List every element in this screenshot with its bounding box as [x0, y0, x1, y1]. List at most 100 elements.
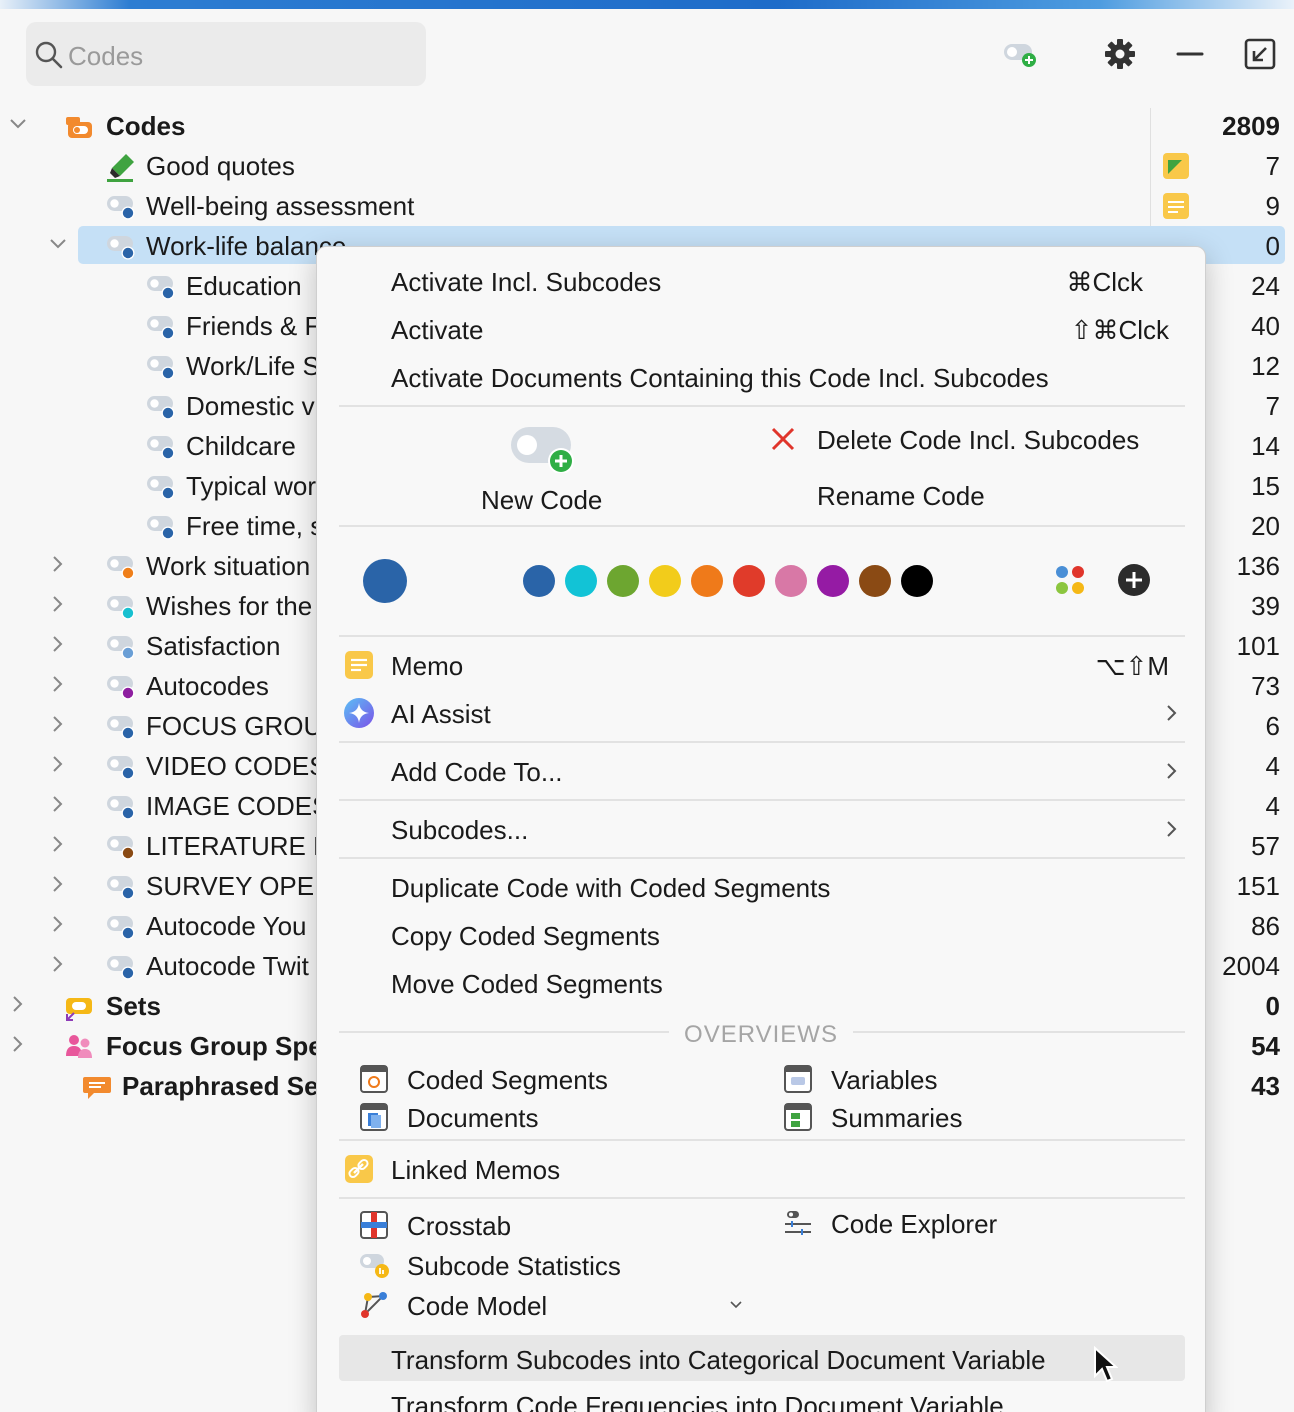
- menu-item-rename-code[interactable]: Rename Code: [747, 473, 1187, 517]
- chevron-right-icon[interactable]: [48, 594, 68, 614]
- current-color-swatch: [363, 559, 407, 603]
- tree-label: Friends & F: [186, 311, 321, 341]
- tree-label: Domestic v: [186, 391, 315, 421]
- color-swatch[interactable]: [859, 565, 891, 597]
- color-swatch[interactable]: [901, 565, 933, 597]
- tree-count: 7: [1265, 151, 1280, 181]
- memo-icon: [345, 651, 373, 679]
- color-swatch[interactable]: [565, 565, 597, 597]
- window-top-accent: [0, 0, 1294, 9]
- variables-icon: [784, 1065, 812, 1093]
- color-swatch[interactable]: [691, 565, 723, 597]
- code-explorer-icon: [785, 1211, 811, 1235]
- color-swatch[interactable]: [775, 565, 807, 597]
- code-icon: [106, 712, 136, 742]
- highlighter-icon: [106, 152, 136, 182]
- chevron-down-icon[interactable]: [48, 234, 68, 254]
- more-colors-icon[interactable]: [1053, 563, 1089, 599]
- overview-label: Coded Segments: [407, 1065, 608, 1095]
- linked-memos-icon: [345, 1155, 373, 1183]
- code-icon: [146, 392, 176, 422]
- menu-item-label: Memo: [391, 651, 464, 681]
- chevron-right-icon[interactable]: [48, 874, 68, 894]
- color-swatch[interactable]: [607, 565, 639, 597]
- menu-item-code-model[interactable]: Code Model: [359, 1287, 759, 1323]
- tree-label: LITERATURE R: [146, 831, 332, 861]
- menu-item-delete-code[interactable]: Delete Code Incl. Subcodes: [747, 417, 1187, 461]
- chevron-right-icon: [1167, 821, 1177, 837]
- color-swatch[interactable]: [733, 565, 765, 597]
- tree-count: 40: [1251, 311, 1280, 341]
- mouse-cursor-icon: [1094, 1346, 1118, 1383]
- tree-label: Good quotes: [146, 151, 295, 181]
- menu-separator: [339, 1197, 1185, 1199]
- search-placeholder: Codes: [68, 41, 144, 71]
- chevron-right-icon[interactable]: [48, 914, 68, 934]
- menu-item-code-explorer[interactable]: Code Explorer: [783, 1205, 1143, 1241]
- menu-item-label: AI Assist: [391, 699, 491, 729]
- menu-item-crosstab[interactable]: Crosstab: [359, 1207, 719, 1243]
- menu-item-memo[interactable]: Memo ⌥⇧M: [317, 643, 1205, 687]
- tree-count: 101: [1236, 631, 1280, 661]
- tree-label: Work/Life S: [186, 351, 320, 381]
- menu-item-duplicate-code[interactable]: Duplicate Code with Coded Segments: [317, 865, 1205, 909]
- menu-item-transform-frequencies[interactable]: Transform Code Frequencies into Document…: [317, 1383, 1205, 1412]
- tree-row[interactable]: Good quotes 7: [0, 146, 1294, 186]
- chevron-right-icon[interactable]: [48, 954, 68, 974]
- menu-item-copy-coded-segments[interactable]: Copy Coded Segments: [317, 913, 1205, 957]
- menu-item-add-code-to[interactable]: Add Code To...: [317, 749, 1205, 793]
- chevron-right-icon: [1167, 705, 1177, 721]
- code-icon: [146, 272, 176, 302]
- menu-item-move-coded-segments[interactable]: Move Coded Segments: [317, 961, 1205, 1005]
- chevron-right-icon[interactable]: [8, 994, 28, 1014]
- tree-count: 2004: [1222, 951, 1280, 981]
- tree-count: 20: [1251, 511, 1280, 541]
- gear-icon[interactable]: [1102, 36, 1138, 72]
- menu-item-activate-documents[interactable]: Activate Documents Containing this Code …: [317, 355, 1205, 399]
- add-color-icon[interactable]: [1117, 563, 1151, 597]
- code-icon: [106, 832, 136, 862]
- tree-count: 9: [1265, 191, 1280, 221]
- color-swatch[interactable]: [817, 565, 849, 597]
- menu-item-ai-assist[interactable]: AI Assist: [317, 691, 1205, 735]
- chevron-right-icon[interactable]: [8, 1034, 28, 1054]
- menu-item-transform-categorical[interactable]: Transform Subcodes into Categorical Docu…: [317, 1337, 1205, 1381]
- memo-icon[interactable]: [1162, 192, 1190, 220]
- color-swatch[interactable]: [649, 565, 681, 597]
- chevron-down-icon[interactable]: [8, 114, 28, 134]
- new-code-button[interactable]: New Code: [467, 417, 617, 517]
- chevron-down-icon[interactable]: [729, 1299, 743, 1311]
- overview-documents[interactable]: Documents: [359, 1099, 719, 1135]
- chevron-right-icon[interactable]: [48, 834, 68, 854]
- chevron-right-icon[interactable]: [48, 794, 68, 814]
- chevron-right-icon[interactable]: [48, 634, 68, 654]
- chevron-right-icon[interactable]: [48, 714, 68, 734]
- menu-item-subcodes[interactable]: Subcodes...: [317, 807, 1205, 851]
- chevron-right-icon[interactable]: [48, 554, 68, 574]
- menu-item-label: Copy Coded Segments: [391, 921, 660, 951]
- new-code-icon[interactable]: [1002, 38, 1038, 74]
- menu-item-activate[interactable]: Activate ⇧⌘Clck: [317, 307, 1205, 351]
- overview-summaries[interactable]: Summaries: [783, 1099, 1143, 1135]
- overview-coded-segments[interactable]: Coded Segments: [359, 1061, 719, 1097]
- chevron-right-icon[interactable]: [48, 754, 68, 774]
- menu-item-linked-memos[interactable]: Linked Memos: [317, 1147, 1205, 1191]
- minus-icon[interactable]: [1172, 36, 1208, 72]
- color-swatch[interactable]: [523, 565, 555, 597]
- code-memo-icon[interactable]: [1162, 152, 1190, 180]
- tree-count: 24: [1251, 271, 1280, 301]
- menu-item-subcode-statistics[interactable]: Subcode Statistics: [359, 1247, 719, 1283]
- menu-item-activate-incl-subcodes[interactable]: Activate Incl. Subcodes ⌘Clck: [317, 259, 1205, 303]
- search-field[interactable]: Codes: [26, 22, 426, 86]
- tree-row[interactable]: Well-being assessment 9: [0, 186, 1294, 226]
- tree-count: 4: [1265, 791, 1280, 821]
- overview-label: Summaries: [831, 1103, 963, 1133]
- summaries-icon: [784, 1103, 812, 1131]
- tree-label: Childcare: [186, 431, 296, 461]
- sets-icon: [66, 998, 92, 1021]
- tree-row-codes-root[interactable]: Codes 2809: [0, 106, 1294, 146]
- code-icon: [106, 672, 136, 702]
- undock-icon[interactable]: [1242, 36, 1278, 72]
- overview-variables[interactable]: Variables: [783, 1061, 1143, 1097]
- chevron-right-icon[interactable]: [48, 674, 68, 694]
